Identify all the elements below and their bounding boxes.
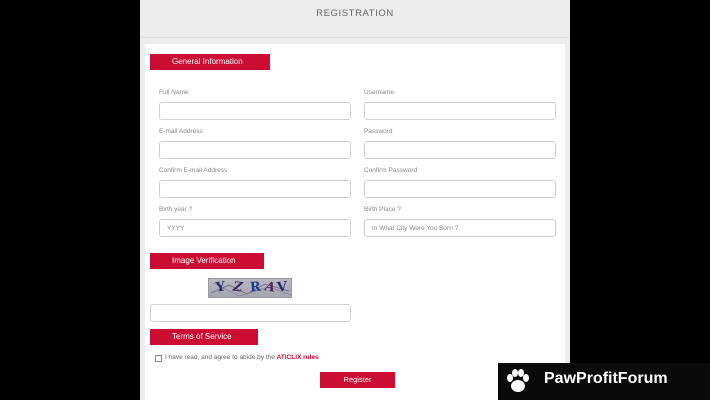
email-input[interactable]: [159, 141, 351, 159]
section-image-verification: Image Verification: [150, 253, 264, 269]
username-label: Username: [364, 89, 394, 96]
terms-checkbox[interactable]: [155, 355, 162, 362]
page-title: REGISTRATION: [316, 8, 394, 19]
section-terms-of-service: Terms of Service: [150, 329, 258, 345]
birth-year-label: Birth year ?: [159, 206, 193, 213]
full-name-label: Full Name: [159, 89, 189, 96]
password-input[interactable]: [364, 141, 556, 159]
username-input[interactable]: [364, 102, 556, 120]
paw-icon: [507, 369, 529, 392]
email-label: E-mail Address: [159, 128, 203, 135]
captcha-image: Y Z R A V: [208, 278, 292, 298]
header-bar: REGISTRATION: [140, 0, 570, 38]
confirm-email-label: Confirm E-mail Address: [159, 167, 228, 174]
captcha-input[interactable]: [150, 304, 351, 322]
full-name-input[interactable]: [159, 102, 351, 120]
captcha-char-3: R: [249, 279, 262, 296]
terms-agreement: I have read, and agree to abide by the A…: [165, 354, 319, 361]
confirm-email-input[interactable]: [159, 180, 351, 198]
captcha-char-5: V: [276, 279, 288, 296]
password-label: Password: [364, 128, 393, 135]
confirm-password-label: Confirm Password: [364, 167, 418, 174]
confirm-password-input[interactable]: [364, 180, 556, 198]
watermark-text: PawProfitForum: [544, 370, 668, 387]
captcha-char-1: Y: [215, 279, 227, 296]
register-button[interactable]: Register: [320, 372, 395, 388]
page: REGISTRATION General Information Full Na…: [0, 0, 710, 400]
rules-link[interactable]: ATiCLIX rules: [277, 354, 319, 361]
birth-place-label: Birth Place ?: [364, 206, 401, 213]
birth-year-input[interactable]: [159, 219, 351, 237]
captcha-char-2: Z: [232, 279, 244, 296]
birth-place-input[interactable]: [364, 219, 556, 237]
section-general-information: General Information: [150, 54, 270, 70]
terms-text: I have read, and agree to abide by the: [165, 354, 275, 361]
